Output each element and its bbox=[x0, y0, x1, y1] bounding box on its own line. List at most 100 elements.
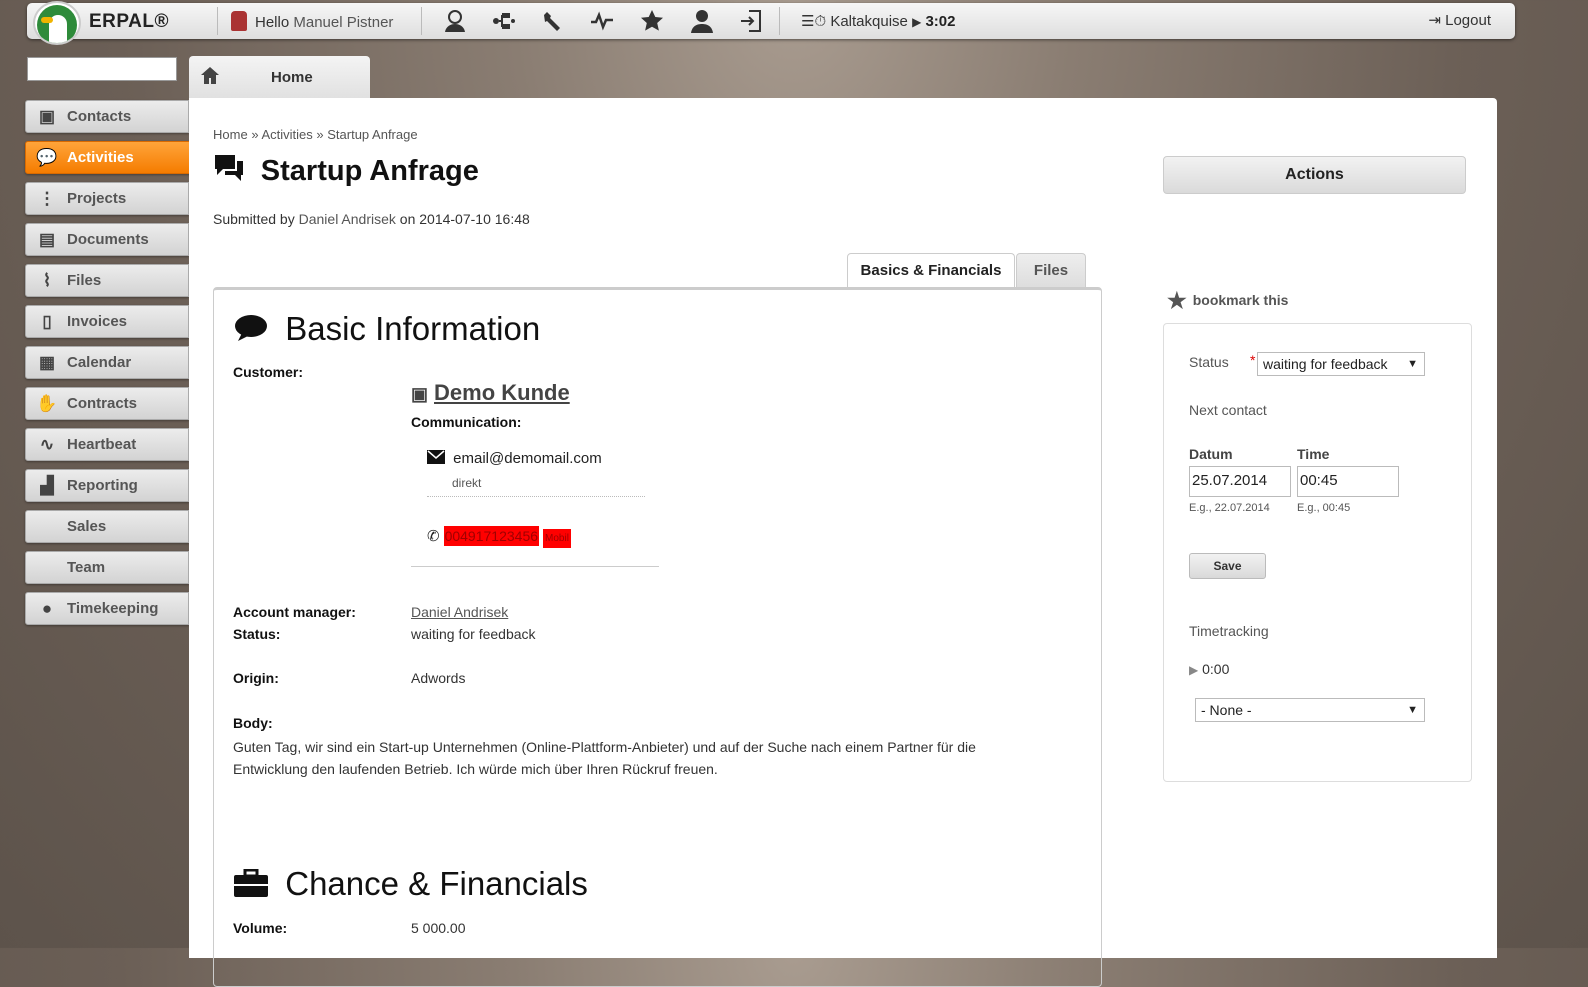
phone-icon: ✆ bbox=[427, 528, 440, 545]
tab-home[interactable]: Home bbox=[189, 56, 370, 100]
breadcrumb-current: Startup Anfrage bbox=[327, 127, 418, 142]
sidebar-item-label: Activities bbox=[67, 149, 134, 166]
breadcrumb-activities[interactable]: Activities bbox=[261, 127, 312, 142]
quick-edit-panel: Status * waiting for feedback ▼ Next con… bbox=[1163, 323, 1472, 782]
save-button[interactable]: Save bbox=[1189, 553, 1266, 579]
tab-basics-financials[interactable]: Basics & Financials bbox=[847, 253, 1015, 288]
breadcrumb-separator: » bbox=[251, 127, 259, 142]
calendar-icon: ▦ bbox=[38, 353, 56, 372]
phone-number[interactable]: 004917123456 bbox=[443, 526, 540, 546]
main-panel: Home » Activities » Startup Anfrage Star… bbox=[189, 98, 1497, 987]
tab-files[interactable]: Files bbox=[1016, 253, 1086, 288]
logout-door-icon: ⇥ bbox=[1428, 12, 1441, 29]
documents-icon: ▤ bbox=[38, 230, 56, 249]
customer-name[interactable]: Demo Kunde bbox=[434, 380, 570, 405]
sidebar-item-activities[interactable]: 💬 Activities bbox=[25, 141, 208, 174]
time-hint: E.g., 00:45 bbox=[1297, 502, 1351, 514]
status-select[interactable]: waiting for feedback ▼ bbox=[1257, 352, 1425, 376]
customer-link[interactable]: ▣ Demo Kunde bbox=[411, 380, 570, 406]
paperclip-icon: ⌇ bbox=[42, 271, 52, 290]
time-input[interactable]: 00:45 bbox=[1297, 466, 1399, 497]
timetracking-select[interactable]: - None - ▼ bbox=[1195, 698, 1425, 722]
chevron-down-icon: ▼ bbox=[1407, 358, 1418, 370]
status-value: waiting for feedback bbox=[411, 626, 536, 642]
heartbeat-icon[interactable] bbox=[589, 9, 615, 35]
submitted-date: 2014-07-10 16:48 bbox=[419, 211, 530, 227]
toolbar-divider bbox=[421, 7, 422, 35]
toolbar-divider bbox=[217, 7, 218, 35]
profile-icon[interactable] bbox=[442, 9, 468, 35]
chance-financials-heading-text: Chance & Financials bbox=[285, 865, 588, 902]
body-label: Body: bbox=[233, 715, 273, 731]
play-icon[interactable]: ▶ bbox=[912, 15, 921, 29]
sidebar-item-label: Projects bbox=[67, 190, 127, 207]
wrench-icon[interactable] bbox=[540, 9, 566, 35]
briefcase-icon bbox=[234, 868, 275, 901]
volume-value: 5 000.00 bbox=[411, 920, 466, 936]
timer[interactable]: ☰⏱ Kaltakquise ▶ 3:02 bbox=[801, 12, 956, 30]
timetracking-label: Timetracking bbox=[1189, 623, 1269, 639]
logout-link[interactable]: ⇥ Logout bbox=[1428, 11, 1491, 29]
handshake-icon: ✋ bbox=[36, 394, 58, 413]
timer-icon: ☰⏱ bbox=[801, 13, 827, 30]
heartbeat-icon: ∿ bbox=[39, 435, 55, 454]
user-name[interactable]: Manuel Pistner bbox=[293, 14, 393, 31]
email-address[interactable]: email@demomail.com bbox=[453, 450, 602, 467]
erpal-logo[interactable] bbox=[33, 1, 81, 45]
sidebar-item-label: Calendar bbox=[67, 354, 132, 371]
account-manager-link[interactable]: Daniel Andrisek bbox=[411, 604, 508, 620]
page-title: Startup Anfrage bbox=[213, 153, 479, 188]
submitted-line: Submitted by Daniel Andrisek on 2014-07-… bbox=[213, 211, 530, 227]
timetracking-select-value: - None - bbox=[1201, 702, 1252, 718]
speech-bubble-icon bbox=[234, 315, 275, 346]
user-greeting[interactable]: Hello Manuel Pistner bbox=[231, 11, 393, 31]
play-icon[interactable]: ▶ bbox=[1189, 663, 1198, 677]
body-text: Guten Tag, wir sind ein Start-up Unterne… bbox=[233, 739, 976, 777]
status-select-value: waiting for feedback bbox=[1263, 356, 1388, 372]
basic-information-heading: Basic Information bbox=[234, 310, 540, 348]
top-toolbar: ERPAL® Hello Manuel Pistner ☰⏱ Kaltakqui… bbox=[27, 1, 1515, 45]
sidebar-item-invoices[interactable]: ▯ Invoices bbox=[25, 305, 189, 338]
sidebar-item-documents[interactable]: ▤ Documents bbox=[25, 223, 189, 256]
tab-content: Basic Information Customer: ▣ Demo Kunde … bbox=[213, 287, 1102, 987]
sidebar-item-projects[interactable]: ⋮ Projects bbox=[25, 182, 189, 215]
breadcrumb-separator: » bbox=[316, 127, 324, 142]
home-icon bbox=[199, 64, 221, 92]
sidebar-item-timekeeping[interactable]: ● Timekeeping bbox=[25, 592, 189, 625]
sidebar-item-reporting[interactable]: ▟ Reporting bbox=[25, 469, 189, 502]
brand-name: ERPAL® bbox=[89, 11, 169, 32]
star-icon: ★ bbox=[1167, 288, 1187, 313]
projects-icon[interactable] bbox=[491, 9, 517, 35]
contacts-icon: ▣ bbox=[411, 384, 429, 404]
user-icon[interactable] bbox=[689, 9, 715, 35]
bookmark-link[interactable]: ★ bookmark this bbox=[1167, 288, 1288, 314]
logout-door-icon[interactable] bbox=[738, 9, 764, 35]
datum-label: Datum bbox=[1189, 446, 1233, 462]
sidebar-item-team[interactable]: Team bbox=[25, 551, 189, 584]
search-input[interactable] bbox=[27, 57, 177, 81]
timer-value: 3:02 bbox=[925, 13, 956, 30]
sidebar-item-contracts[interactable]: ✋ Contracts bbox=[25, 387, 189, 420]
sidebar-item-label: Sales bbox=[67, 518, 107, 535]
actions-button[interactable]: Actions bbox=[1163, 156, 1466, 194]
datum-input[interactable]: 25.07.2014 bbox=[1189, 466, 1291, 497]
star-icon[interactable] bbox=[639, 9, 665, 35]
sidebar-item-heartbeat[interactable]: ∿ Heartbeat bbox=[25, 428, 189, 461]
breadcrumb-home[interactable]: Home bbox=[213, 127, 248, 142]
divider bbox=[427, 496, 645, 497]
contacts-icon: ▣ bbox=[38, 107, 56, 126]
submitted-by-link[interactable]: Daniel Andrisek bbox=[299, 211, 396, 227]
sidebar-item-files[interactable]: ⌇ Files bbox=[25, 264, 189, 297]
hello-prefix: Hello bbox=[255, 14, 290, 31]
phone-type: Mobil bbox=[543, 529, 571, 548]
sidebar-item-label: Team bbox=[67, 559, 106, 576]
sidebar-item-contacts[interactable]: ▣ Contacts bbox=[25, 100, 189, 133]
submitted-on-prefix: on bbox=[399, 211, 416, 227]
logout-label[interactable]: Logout bbox=[1445, 12, 1491, 29]
chat-bubbles-icon bbox=[213, 155, 253, 186]
timetracking-value: 0:00 bbox=[1202, 661, 1230, 677]
timetracking-row: ▶ 0:00 bbox=[1189, 661, 1229, 677]
sidebar-item-calendar[interactable]: ▦ Calendar bbox=[25, 346, 189, 379]
sidebar-item-label: Contracts bbox=[67, 395, 138, 412]
sidebar-item-sales[interactable]: Sales bbox=[25, 510, 189, 543]
